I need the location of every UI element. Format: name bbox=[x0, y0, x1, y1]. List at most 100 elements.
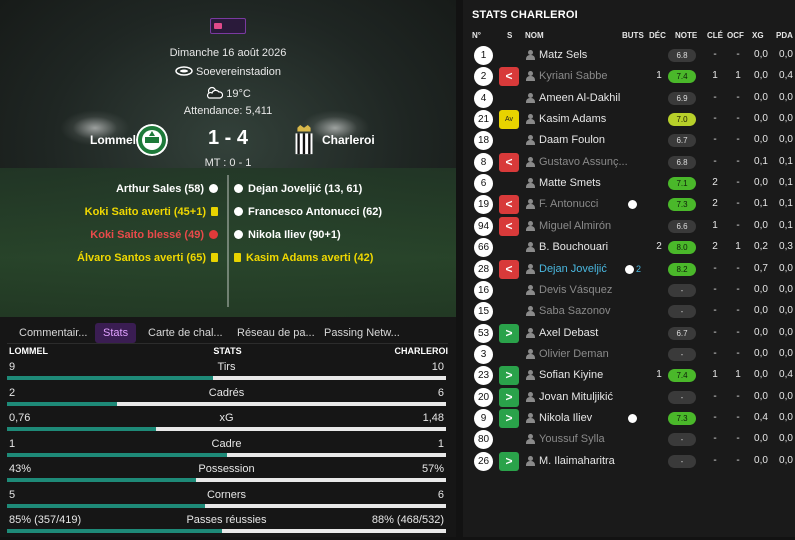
player-row[interactable]: 26 > M. Ilaimaharitra - - - 0,0 0,0 bbox=[463, 451, 795, 472]
stat-xg: 0,0 bbox=[754, 70, 768, 82]
col-xg[interactable]: XG bbox=[752, 31, 764, 40]
col-ocf[interactable]: OCF bbox=[727, 31, 744, 40]
player-row[interactable]: 1 Matz Sels 6.8 - - 0,0 0,0 bbox=[463, 45, 795, 66]
sub-in-button[interactable]: > bbox=[499, 387, 519, 407]
player-name[interactable]: B. Bouchouari bbox=[539, 241, 608, 253]
player-name[interactable]: F. Antonucci bbox=[539, 198, 598, 210]
player-row[interactable]: 66 B. Bouchouari 2 8.0 2 1 0,2 0,3 bbox=[463, 237, 795, 258]
player-name[interactable]: Kyriani Sabbe bbox=[539, 70, 608, 82]
player-name[interactable]: Matte Smets bbox=[539, 177, 601, 189]
stat-ocf: - bbox=[736, 219, 740, 231]
player-name[interactable]: Olivier Deman bbox=[539, 348, 609, 360]
stat-xg: 0,0 bbox=[754, 369, 768, 381]
player-name[interactable]: Devis Vásquez bbox=[539, 284, 612, 296]
player-row[interactable]: 9 > Nikola Iliev 7.3 - - 0,4 0,0 bbox=[463, 408, 795, 429]
player-row[interactable]: 15 Saba Sazonov - - - 0,0 0,0 bbox=[463, 301, 795, 322]
stat-cle: 1 bbox=[712, 219, 718, 231]
sub-out-button[interactable]: < bbox=[499, 259, 519, 279]
stat-pda: 0,0 bbox=[779, 390, 793, 402]
col-number[interactable]: N° bbox=[472, 31, 481, 40]
analysis-tabs: Commentair... Stats Carte de chal... Rés… bbox=[7, 320, 448, 344]
player-row[interactable]: 2 < Kyriani Sabbe 1 7.4 1 1 0,0 0,4 bbox=[463, 66, 795, 87]
player-row[interactable]: 3 Olivier Deman - - - 0,0 0,0 bbox=[463, 344, 795, 365]
stat-xg: 0,0 bbox=[754, 305, 768, 317]
attendance: Attendance: 5,411 bbox=[183, 105, 273, 117]
goal-ball-icon bbox=[628, 413, 637, 423]
player-name[interactable]: Kasim Adams bbox=[539, 113, 606, 125]
col-note[interactable]: NOTE bbox=[675, 31, 697, 40]
player-name[interactable]: M. Ilaimaharitra bbox=[539, 455, 615, 467]
player-name[interactable]: Nikola Iliev bbox=[539, 412, 592, 424]
tab-passing-network[interactable]: Passing Netw... bbox=[316, 323, 408, 343]
player-row[interactable]: 18 Daam Foulon 6.7 - - 0,0 0,0 bbox=[463, 130, 795, 151]
sub-out-button[interactable]: < bbox=[499, 216, 519, 236]
player-row[interactable]: 28 < Dejan Joveljić 2 8.2 - - 0,7 0,0 bbox=[463, 259, 795, 280]
player-name[interactable]: Gustavo Assunç... bbox=[539, 156, 628, 168]
player-row[interactable]: 23 > Sofian Kiyine 1 7.4 1 1 0,0 0,4 bbox=[463, 365, 795, 386]
event-text: Francesco Antonucci (62) bbox=[248, 206, 383, 218]
event-text: Nikola Iliev (90+1) bbox=[248, 229, 341, 241]
player-row[interactable]: 4 Ameen Al-Dakhil 6.9 - - 0,0 0,0 bbox=[463, 88, 795, 109]
col-pda[interactable]: PDA bbox=[776, 31, 793, 40]
player-name[interactable]: Axel Debast bbox=[539, 327, 598, 339]
stat-pda: 0,0 bbox=[779, 91, 793, 103]
stat-xg: 0,0 bbox=[754, 433, 768, 445]
player-name[interactable]: Matz Sels bbox=[539, 49, 587, 61]
player-row[interactable]: 16 Devis Vásquez - - - 0,0 0,0 bbox=[463, 280, 795, 301]
col-goals[interactable]: BUTS bbox=[622, 31, 644, 40]
col-name[interactable]: NOM bbox=[525, 31, 544, 40]
player-row[interactable]: 6 Matte Smets 7.1 2 - 0,0 0,1 bbox=[463, 173, 795, 194]
player-avatar-icon bbox=[526, 50, 535, 60]
player-name[interactable]: Jovan Mituljikić bbox=[539, 391, 613, 403]
col-sub[interactable]: S bbox=[507, 31, 512, 40]
stat-bar-home-fill bbox=[7, 478, 196, 482]
tab-pass-network[interactable]: Réseau de pa... bbox=[229, 323, 323, 343]
team-stats-panel: STATS CHARLEROI N° S NOM BUTS DÉC NOTE C… bbox=[463, 0, 795, 537]
player-row[interactable]: 21 Av Kasim Adams 7.0 - - 0,0 0,0 bbox=[463, 109, 795, 130]
lommel-crest-icon[interactable] bbox=[136, 124, 168, 156]
sub-out-button[interactable]: < bbox=[499, 67, 519, 87]
goal-ball-icon bbox=[234, 184, 243, 193]
player-avatar-icon bbox=[526, 370, 535, 381]
player-avatar-icon bbox=[526, 306, 535, 317]
player-name[interactable]: Dejan Joveljić bbox=[539, 263, 607, 275]
player-name[interactable]: Saba Sazonov bbox=[539, 305, 611, 317]
player-number: 2 bbox=[474, 67, 493, 87]
player-row[interactable]: 8 < Gustavo Assunç... 6.8 - - 0,1 0,1 bbox=[463, 152, 795, 173]
stat-xg: 0,4 bbox=[754, 411, 768, 423]
home-team-name[interactable]: Lommel bbox=[90, 133, 136, 147]
event-text: Koki Saito blessé (49) bbox=[90, 229, 204, 241]
player-name[interactable]: Ameen Al-Dakhil bbox=[539, 92, 620, 104]
player-row[interactable]: 19 < F. Antonucci 7.3 2 - 0,1 0,1 bbox=[463, 194, 795, 215]
sub-in-button[interactable]: > bbox=[499, 451, 519, 471]
sub-out-button[interactable]: < bbox=[499, 152, 519, 172]
home-event: Koki Saito blessé (49) bbox=[90, 229, 218, 241]
player-row[interactable]: 53 > Axel Debast 6.7 - - 0,0 0,0 bbox=[463, 323, 795, 344]
stat-row: 5 Corners 6 bbox=[7, 489, 446, 515]
away-team-name[interactable]: Charleroi bbox=[322, 133, 375, 147]
player-row[interactable]: 94 < Miguel Almirón 6.6 1 - 0,0 0,1 bbox=[463, 216, 795, 237]
tab-stats[interactable]: Stats bbox=[95, 323, 137, 343]
col-dec[interactable]: DÉC bbox=[649, 31, 666, 40]
stat-bar bbox=[7, 529, 446, 533]
rating-pill: 6.8 bbox=[668, 155, 696, 169]
stat-xg: 0,0 bbox=[754, 390, 768, 402]
player-name[interactable]: Sofian Kiyine bbox=[539, 369, 603, 381]
player-name[interactable]: Daam Foulon bbox=[539, 134, 605, 146]
sub-in-button[interactable]: > bbox=[499, 323, 519, 343]
sub-in-button[interactable]: > bbox=[499, 366, 519, 386]
charleroi-crest-icon[interactable] bbox=[288, 124, 320, 156]
sub-out-button[interactable]: < bbox=[499, 195, 519, 215]
stat-xg: 0,0 bbox=[754, 283, 768, 295]
sub-in-button[interactable]: > bbox=[499, 408, 519, 428]
tab-commentary[interactable]: Commentair... bbox=[11, 323, 95, 343]
player-number: 15 bbox=[474, 302, 493, 322]
player-row[interactable]: 20 > Jovan Mituljikić - - - 0,0 0,0 bbox=[463, 387, 795, 408]
rating-pill: 7.4 bbox=[668, 369, 696, 383]
player-row[interactable]: 80 Youssuf Sylla - - - 0,0 0,0 bbox=[463, 429, 795, 450]
player-name[interactable]: Youssuf Sylla bbox=[539, 433, 605, 445]
tab-heatmap[interactable]: Carte de chal... bbox=[140, 323, 231, 343]
partly-cloudy-icon bbox=[207, 86, 224, 99]
col-cle[interactable]: CLÉ bbox=[707, 31, 723, 40]
player-name[interactable]: Miguel Almirón bbox=[539, 220, 611, 232]
